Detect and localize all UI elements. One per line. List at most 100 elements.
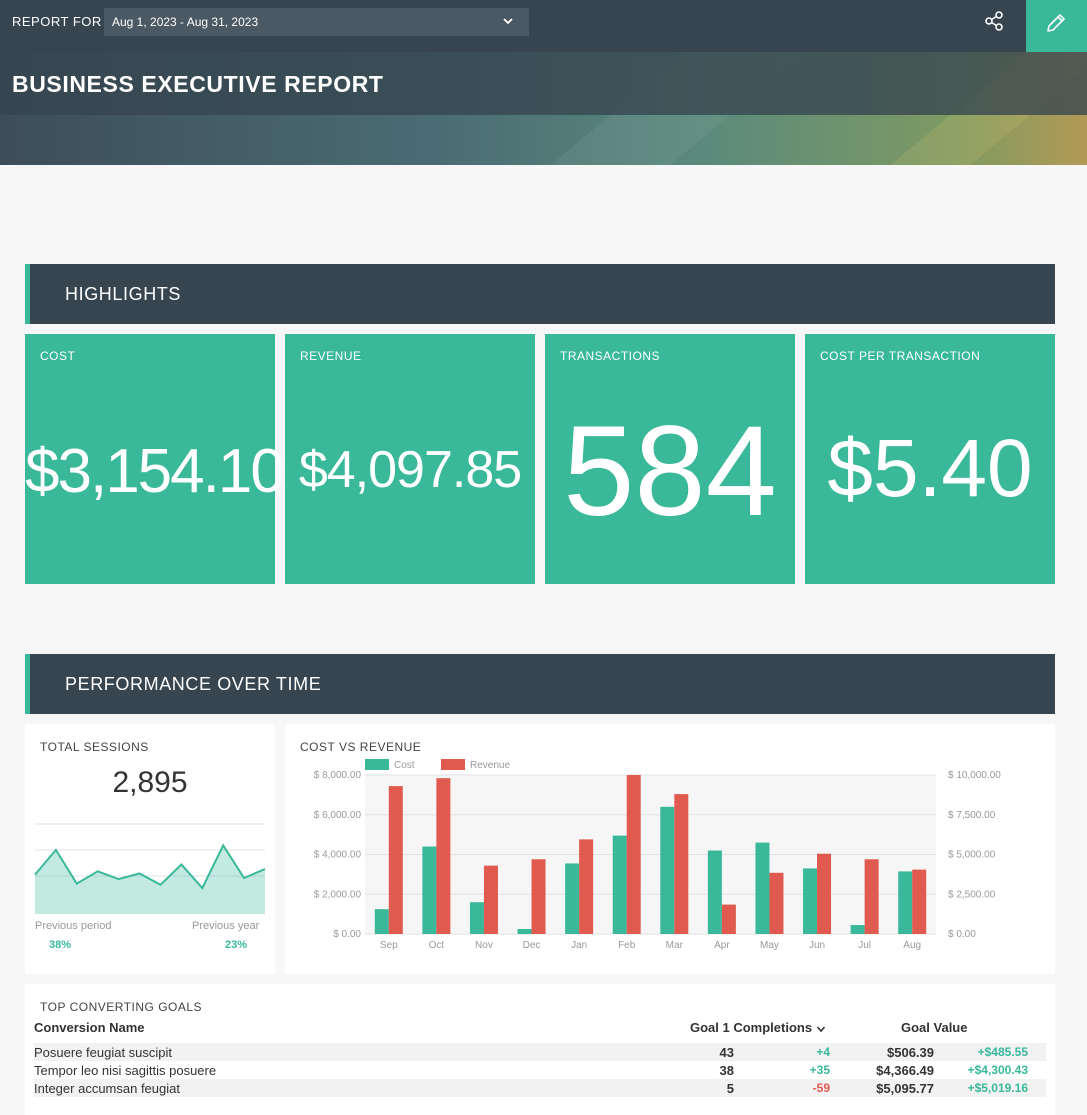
cost-bar[interactable] [898, 871, 913, 934]
y-right-tick-label: $ 7,500.00 [948, 810, 996, 821]
total-sessions-card: TOTAL SESSIONS 2,895 Previous period 38%… [25, 724, 275, 974]
cost-bar[interactable] [707, 850, 722, 934]
conversion-name: Posuere feugiat suscipit [34, 1045, 173, 1060]
previous-period-label: Previous period [35, 920, 112, 932]
completions-value: 43 [719, 1045, 734, 1060]
column-header-completions-label: Goal 1 Completions [690, 1020, 813, 1035]
table-row: Posuere feugiat suscipit 43 +4 $506.39 +… [34, 1043, 1046, 1061]
legend-swatch-cost [365, 759, 389, 770]
column-header-value[interactable]: Goal Value [901, 1020, 967, 1035]
completions-change: +4 [816, 1045, 830, 1059]
previous-year-label: Previous year [192, 920, 260, 932]
kpi-transactions: TRANSACTIONS 584 [545, 334, 795, 584]
kpi-label: COST PER TRANSACTION [820, 349, 981, 363]
y-left-tick-label: $ 0.00 [333, 929, 361, 940]
kpi-label: COST [40, 349, 76, 363]
card-title: TOTAL SESSIONS [40, 740, 149, 754]
goal-value-change: +$485.55 [977, 1045, 1028, 1059]
top-bar: REPORT FOR Aug 1, 2023 - Aug 31, 2023 [0, 0, 1087, 52]
kpi-label: REVENUE [300, 349, 362, 363]
revenue-bar[interactable] [769, 872, 784, 934]
section-title: HIGHLIGHTS [65, 284, 182, 304]
table-row: Tempor leo nisi sagittis posuere 38 +35 … [34, 1061, 1046, 1079]
x-tick-label: Dec [523, 940, 541, 951]
y-left-tick-label: $ 2,000.00 [314, 889, 362, 900]
revenue-bar[interactable] [817, 853, 832, 934]
kpi-value: $3,154.10 [25, 437, 285, 506]
cost-bar[interactable] [565, 863, 580, 934]
report-for-label: REPORT FOR [12, 14, 102, 29]
card-title: COST VS REVENUE [300, 740, 422, 754]
column-header-completions[interactable]: Goal 1 Completions [690, 1020, 826, 1035]
revenue-bar[interactable] [626, 775, 641, 934]
completions-change: -59 [812, 1081, 830, 1095]
x-tick-label: Jul [858, 940, 871, 951]
sessions-value: 2,895 [112, 766, 188, 799]
revenue-bar[interactable] [531, 859, 546, 934]
kpi-value: 584 [563, 400, 777, 543]
goal-value-change: +$5,019.16 [967, 1081, 1028, 1095]
x-tick-label: Jan [571, 940, 587, 951]
y-left-tick-label: $ 4,000.00 [314, 850, 362, 861]
share-icon [985, 11, 1003, 31]
cost-bar[interactable] [422, 846, 437, 934]
revenue-bar[interactable] [388, 786, 403, 934]
sort-chevron-down-icon [816, 1026, 825, 1032]
section-title: PERFORMANCE OVER TIME [65, 674, 322, 694]
performance-section-header: PERFORMANCE OVER TIME [25, 654, 1055, 714]
x-tick-label: Feb [618, 940, 636, 951]
cost-bar[interactable] [803, 868, 818, 934]
pencil-icon [1047, 14, 1065, 32]
revenue-bar[interactable] [483, 865, 498, 934]
revenue-bar[interactable] [436, 778, 451, 934]
kpi-cost: COST $3,154.10 [25, 334, 285, 584]
kpi-revenue: REVENUE $4,097.85 [285, 334, 535, 584]
x-tick-label: Mar [666, 940, 684, 951]
column-header-name[interactable]: Conversion Name [34, 1020, 145, 1035]
x-tick-label: May [760, 940, 779, 951]
x-tick-label: Nov [475, 940, 493, 951]
revenue-bar[interactable] [721, 904, 736, 934]
cost-bar[interactable] [660, 806, 675, 934]
y-right-tick-label: $ 2,500.00 [948, 889, 996, 900]
x-tick-label: Jun [809, 940, 825, 951]
legend-label-revenue[interactable]: Revenue [470, 760, 510, 771]
cost-bar[interactable] [469, 902, 484, 934]
highlights-section-header: HIGHLIGHTS [25, 264, 1055, 324]
cost-bar[interactable] [612, 835, 627, 934]
cost-bar[interactable] [850, 925, 865, 934]
cost-bar[interactable] [374, 909, 389, 934]
previous-year-value: 23% [225, 939, 248, 951]
cost-bar[interactable] [517, 929, 532, 934]
kpi-label: TRANSACTIONS [560, 349, 661, 363]
kpi-cost-per-transaction: COST PER TRANSACTION $5.40 [805, 334, 1055, 584]
legend-label-cost[interactable]: Cost [394, 760, 415, 771]
revenue-bar[interactable] [864, 859, 879, 934]
top-converting-goals-card: TOP CONVERTING GOALS Conversion Name Goa… [25, 984, 1055, 1115]
kpi-value: $5.40 [827, 423, 1033, 514]
goal-value: $506.39 [887, 1045, 934, 1060]
previous-period-value: 38% [49, 939, 72, 951]
x-tick-label: Sep [380, 940, 398, 951]
revenue-bar[interactable] [912, 869, 927, 934]
kpi-value: $4,097.85 [298, 441, 522, 499]
completions-value: 38 [719, 1063, 734, 1078]
revenue-bar[interactable] [674, 794, 689, 934]
chevron-down-icon [503, 18, 513, 25]
y-left-tick-label: $ 6,000.00 [314, 810, 362, 821]
edit-button[interactable] [1026, 0, 1087, 52]
share-button[interactable] [978, 6, 1010, 38]
header-banner: BUSINESS EXECUTIVE REPORT [0, 52, 1087, 165]
completions-change: +35 [809, 1063, 830, 1077]
page-title: BUSINESS EXECUTIVE REPORT [12, 71, 384, 97]
date-range-select[interactable]: Aug 1, 2023 - Aug 31, 2023 [104, 8, 529, 36]
cost-bar[interactable] [755, 842, 770, 934]
goal-value-change: +$4,300.43 [967, 1063, 1028, 1077]
legend-swatch-revenue [441, 759, 465, 770]
cost-vs-revenue-card: COST VS REVENUE $ 0.00 $ 2,000.00 $ 4,000.… [285, 724, 1055, 974]
completions-value: 5 [726, 1081, 734, 1096]
x-tick-label: Oct [429, 940, 445, 951]
revenue-bar[interactable] [579, 839, 594, 934]
x-tick-label: Aug [903, 940, 921, 951]
goal-value: $5,095.77 [876, 1081, 934, 1096]
